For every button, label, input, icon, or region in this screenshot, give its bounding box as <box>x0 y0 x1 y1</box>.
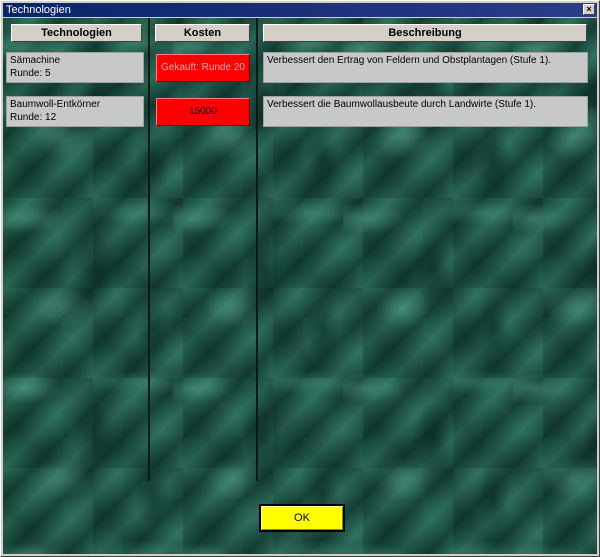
description-cell: Verbessert den Ertrag von Feldern und Ob… <box>263 52 588 83</box>
column-divider <box>148 18 150 481</box>
header-description: Beschreibung <box>263 24 587 42</box>
close-icon: × <box>586 4 592 14</box>
header-technologies: Technologien <box>11 24 142 42</box>
technologies-window: Technologien × Technologien Kosten Besch… <box>0 0 600 557</box>
tech-cell: Sämachine Runde: 5 <box>6 52 144 83</box>
tech-cell: Baumwoll-Entkörner Runde: 12 <box>6 96 144 127</box>
tech-name: Baumwoll-Entkörner <box>10 99 101 110</box>
ok-button[interactable]: OK <box>259 504 345 532</box>
description-cell: Verbessert die Baumwollausbeute durch La… <box>263 96 588 127</box>
cost-buy-button[interactable]: 15000 <box>156 98 250 126</box>
header-cost: Kosten <box>155 24 250 42</box>
close-button[interactable]: × <box>583 4 595 15</box>
cost-purchased-button[interactable]: Gekauft: Runde 20 <box>156 54 250 82</box>
technology-panel: Technologien Kosten Beschreibung Sämachi… <box>3 18 597 554</box>
tech-round: Runde: 12 <box>10 112 57 123</box>
title-bar[interactable]: Technologien × <box>3 3 597 17</box>
tech-name: Sämachine <box>10 55 61 66</box>
window-title: Technologien <box>6 4 71 16</box>
column-divider <box>256 18 258 481</box>
tech-round: Runde: 5 <box>10 68 51 79</box>
